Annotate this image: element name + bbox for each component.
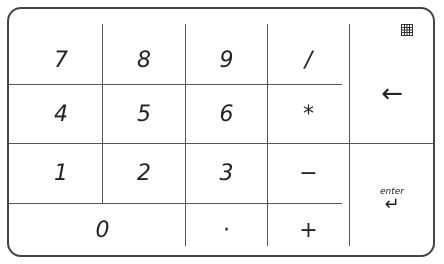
key-7[interactable]: 7 — [20, 36, 102, 84]
key-6-label: 6 — [219, 101, 234, 127]
key-3[interactable]: 3 — [186, 144, 267, 203]
key-4[interactable]: 4 — [20, 85, 102, 143]
key-5-label: 5 — [137, 101, 151, 127]
key-4-label: 4 — [54, 101, 68, 127]
key-minus-label: − — [299, 161, 318, 186]
key-0[interactable]: 0 — [20, 204, 185, 256]
key-5[interactable]: 5 — [103, 85, 185, 143]
key-decimal[interactable]: · — [186, 204, 267, 256]
key-2[interactable]: 2 — [103, 144, 185, 203]
key-1[interactable]: 1 — [20, 144, 102, 203]
key-9-label: 9 — [219, 47, 234, 73]
key-1-label: 1 — [54, 161, 68, 186]
key-3-label: 3 — [219, 161, 234, 186]
backspace-key[interactable]: ← — [350, 44, 434, 143]
key-plus-label: + — [299, 217, 318, 243]
key-0-label: 0 — [95, 217, 110, 243]
key-8-label: 8 — [137, 47, 151, 73]
key-minus[interactable]: − — [268, 144, 349, 203]
key-divide-label: / — [304, 47, 313, 73]
key-decimal-label: · — [223, 217, 230, 243]
key-8[interactable]: 8 — [103, 36, 185, 84]
keypad-layout-icon[interactable] — [401, 24, 413, 36]
backspace-arrow-icon: ← — [381, 78, 403, 109]
key-plus[interactable]: + — [268, 204, 349, 256]
key-7-label: 7 — [54, 47, 68, 73]
enter-return-icon: ↵ — [384, 193, 400, 215]
enter-key[interactable]: enter ↵ — [350, 144, 434, 256]
key-multiply[interactable]: * — [268, 85, 349, 143]
key-9[interactable]: 9 — [186, 36, 267, 84]
key-multiply-label: * — [303, 101, 314, 127]
key-6[interactable]: 6 — [186, 85, 267, 143]
key-2-label: 2 — [137, 161, 151, 186]
key-divide[interactable]: / — [268, 36, 349, 84]
